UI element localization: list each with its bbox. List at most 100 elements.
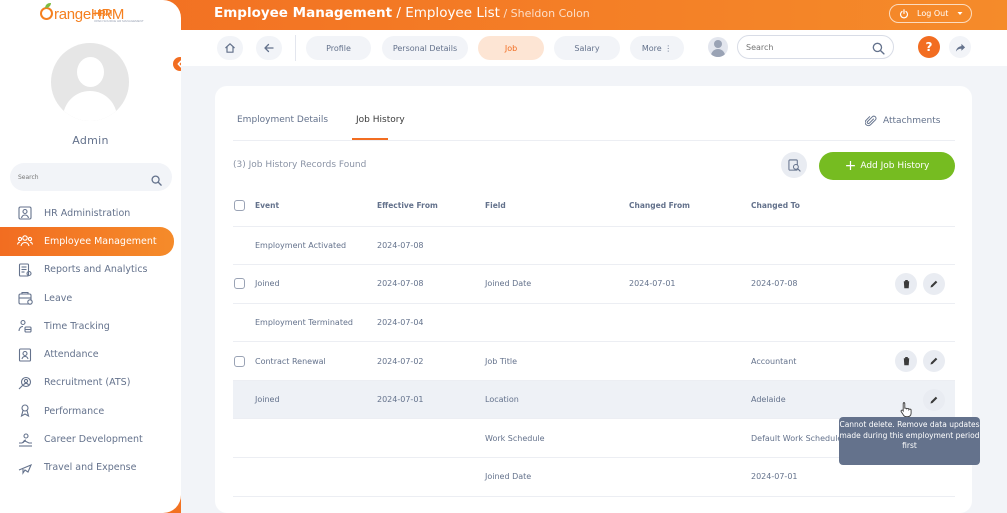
logo-o-mark <box>40 7 53 20</box>
search-icon[interactable] <box>872 40 885 59</box>
cell-actions <box>873 226 955 266</box>
row-select-cell <box>233 264 255 304</box>
attachments-link[interactable]: Attachments <box>865 115 940 127</box>
employee-avatar[interactable] <box>708 37 728 57</box>
records-found-text: (3) Job History Records Found <box>233 160 367 170</box>
cell-effective-from: 2024-07-02 <box>377 341 485 381</box>
row-checkbox[interactable] <box>234 278 245 290</box>
pencil-icon <box>930 280 938 288</box>
search-icon[interactable] <box>151 171 162 190</box>
home-button[interactable] <box>217 36 243 60</box>
performance-icon <box>17 403 33 419</box>
sidebar-search-input[interactable] <box>18 170 138 184</box>
sidebar-item-employee-management[interactable]: Employee Management <box>0 227 174 256</box>
nav-divider <box>295 35 296 61</box>
avatar-head <box>77 57 104 87</box>
cell-actions <box>873 303 955 343</box>
tab-divider <box>233 140 955 141</box>
row-checkbox[interactable] <box>234 355 245 367</box>
column-header-effective-from[interactable]: Effective From <box>377 186 485 227</box>
row-select-cell <box>233 457 255 497</box>
edit-button[interactable] <box>923 350 945 373</box>
table-row[interactable]: Joined 2024-07-08 Joined Date 2024-07-01… <box>233 264 955 304</box>
sidebar-item-reports-and-analytics[interactable]: Reports and Analytics <box>0 256 181 284</box>
cell-changed-from <box>629 418 751 459</box>
page-title: Employee Management / Employee List / Sh… <box>214 5 590 21</box>
sidebar-item-recruitment[interactable]: Recruitment (ATS) <box>0 369 181 397</box>
arrow-left-icon <box>264 43 274 53</box>
delete-button[interactable] <box>895 272 917 295</box>
avatar-body <box>63 91 117 121</box>
table-row[interactable]: Contract Renewal 2024-07-02 Job Title Ac… <box>233 341 955 381</box>
leave-icon <box>17 290 33 306</box>
edit-button[interactable] <box>923 272 945 295</box>
column-header-changed-from[interactable]: Changed From <box>629 186 751 227</box>
attachments-label: Attachments <box>883 116 941 126</box>
tab-employment-details[interactable]: Employment Details <box>237 115 328 125</box>
column-header-event[interactable]: Event <box>255 186 377 227</box>
select-all-cell <box>233 186 255 227</box>
column-header-actions <box>873 186 955 227</box>
tab-salary[interactable]: Salary <box>554 36 620 60</box>
back-button[interactable] <box>256 36 282 60</box>
cell-changed-to: Adelaide <box>751 380 873 420</box>
reports-icon <box>17 262 33 278</box>
attendance-icon <box>17 347 33 363</box>
cell-field: Joined Date <box>485 264 629 304</box>
sidebar-item-hr-administration[interactable]: HR Administration <box>0 199 181 227</box>
pencil-icon <box>930 396 938 404</box>
table-row[interactable]: Employment Activated 2024-07-08 <box>233 226 955 266</box>
cell-field <box>485 303 629 343</box>
tab-personal-details[interactable]: Personal Details <box>382 36 468 60</box>
sidebar-item-label: Reports and Analytics <box>44 264 148 276</box>
sidebar-item-attendance[interactable]: Attendance <box>0 340 181 368</box>
breadcrumb-separator: / <box>392 5 406 21</box>
cell-actions <box>873 380 955 420</box>
logout-button[interactable]: Log Out <box>889 4 972 23</box>
logout-label: Log Out <box>917 9 949 18</box>
cell-effective-from: 2024-07-01 <box>377 380 485 420</box>
edit-button[interactable] <box>923 388 945 411</box>
row-select-cell <box>233 418 255 459</box>
table-row[interactable]: Employment Terminated 2024-07-04 <box>233 303 955 343</box>
sidebar-item-leave[interactable]: Leave <box>0 284 181 312</box>
add-job-history-button[interactable]: + Add Job History <box>819 152 955 180</box>
caret-down-icon <box>957 12 963 15</box>
sidebar-item-label: Travel and Expense <box>44 462 137 474</box>
cell-actions <box>873 341 955 381</box>
breadcrumb-employee-list[interactable]: Employee List <box>405 5 500 21</box>
table-header-row: Event Effective From Field Changed From … <box>233 186 955 227</box>
tab-job[interactable]: Job <box>478 36 544 60</box>
filter-button[interactable] <box>781 152 807 178</box>
power-icon <box>899 8 909 18</box>
tab-more[interactable]: More ⋮ <box>630 36 684 60</box>
cell-actions <box>873 264 955 304</box>
orangehrm-logo[interactable]: rangeHRM HRM OPEN SOURCE HR MANAGEMENT <box>40 3 150 26</box>
column-header-changed-to[interactable]: Changed To <box>751 186 873 227</box>
share-icon <box>955 43 965 52</box>
tab-profile[interactable]: Profile <box>306 36 371 60</box>
sidebar-item-time-tracking[interactable]: Time Tracking <box>0 312 181 340</box>
nav-search <box>737 35 894 59</box>
cell-event: Joined <box>255 264 377 304</box>
breadcrumb-employee-name: / Sheldon Colon <box>499 7 590 20</box>
user-avatar[interactable] <box>51 43 129 121</box>
sidebar-item-career-development[interactable]: Career Development <box>0 425 181 453</box>
select-all-checkbox[interactable] <box>234 200 245 212</box>
table-row[interactable]: Joined 2024-07-01 Location Adelaide <box>233 380 955 420</box>
cell-effective-from <box>377 418 485 459</box>
tab-job-history[interactable]: Job History <box>356 115 405 125</box>
nav-search-input[interactable] <box>746 41 866 54</box>
sidebar-item-performance[interactable]: Performance <box>0 397 181 425</box>
share-button[interactable] <box>949 36 971 58</box>
home-icon <box>225 43 235 53</box>
cell-changed-to: 2024-07-08 <box>751 264 873 304</box>
pencil-icon <box>930 357 938 365</box>
delete-button[interactable] <box>895 350 917 373</box>
column-header-field[interactable]: Field <box>485 186 629 227</box>
sidebar-item-label: Recruitment (ATS) <box>44 377 131 389</box>
help-button[interactable]: ? <box>918 36 940 58</box>
cell-changed-to <box>751 303 873 343</box>
cell-event: Employment Terminated <box>255 303 377 343</box>
sidebar-item-travel-and-expense[interactable]: Travel and Expense <box>0 454 181 482</box>
